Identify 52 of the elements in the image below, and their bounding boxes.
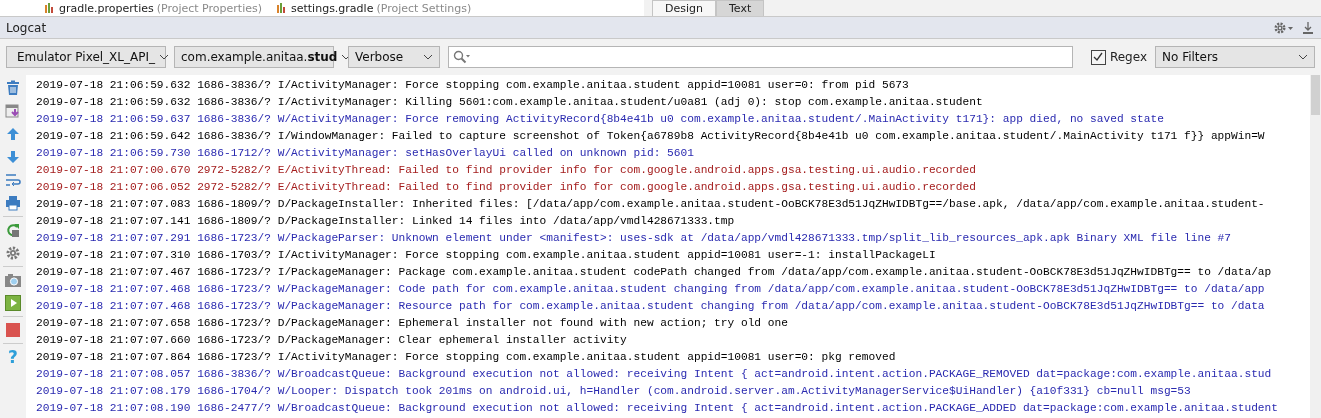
log-line: 2019-07-18 21:06:59.637 1686-3836/? W/ActivityManager: Force removing ActivityRecord{8b4e41b u0 com.example.anitaa.student/.MainActivity t171}: app died, no saved state <box>36 112 1164 127</box>
log-line: 2019-07-18 21:07:00.670 2972-5282/? E/ActivityThread: Failed to find provider info for com.google.android.apps.gsa.testing.ui.audio.recorded <box>36 163 976 178</box>
log-line: 2019-07-18 21:06:59.632 1686-3836/? I/ActivityManager: Killing 5601:com.example.anitaa.student/u0a81 (adj 0): stop com.example.anitaa.student <box>36 95 983 110</box>
scrollbar[interactable] <box>1310 75 1321 418</box>
file-icon <box>44 2 56 14</box>
caret-icon <box>159 54 169 60</box>
caret-icon <box>1298 54 1308 60</box>
log-line: 2019-07-18 21:07:07.467 1686-1723/? I/PackageManager: Package com.example.anitaa.student codePath changed from /data/app/com.example.anitaa.student-OoBCK78E3d51JqZHwIDBTg== to /data/ap <box>36 265 1272 280</box>
play-icon[interactable] <box>5 295 21 311</box>
wrap-icon[interactable] <box>5 172 21 188</box>
log-line: 2019-07-18 21:07:07.660 1686-1723/? D/PackageManager: Clear ephemeral installer activity <box>36 333 627 348</box>
settings-icon[interactable] <box>1273 20 1295 35</box>
settings-icon[interactable] <box>5 245 21 261</box>
project-tree-item[interactable]: gradle.properties (Project Properties) <box>44 1 262 15</box>
log-line: 2019-07-18 21:07:07.141 1686-1809/? D/PackageInstaller: Linked 14 files into /data/app/vmdl428671333.tmp <box>36 214 735 229</box>
stop-icon[interactable] <box>5 322 21 338</box>
log-line: 2019-07-18 21:06:59.632 1686-3836/? I/ActivityManager: Force stopping com.example.anitaa.student appid=10081 user=0: from pid 5673 <box>36 78 909 93</box>
down-arrow-icon[interactable] <box>5 149 21 165</box>
print-icon[interactable] <box>5 195 21 211</box>
editor-tab[interactable]: Design <box>652 0 716 16</box>
regex-checkbox[interactable] <box>1090 49 1106 65</box>
panel-title: Logcat <box>6 20 47 35</box>
log-line: 2019-07-18 21:07:08.190 1686-2477/? W/BroadcastQueue: Background execution not allowed: receiving Intent { act=android.intent.action.PACKAGE_ADDED dat=package:com.example.anitaa.student <box>36 401 1278 416</box>
log-line: 2019-07-18 21:07:07.864 1686-1723/? I/ActivityManager: Force stopping com.example.anitaa.student appid=10081 user=0: pkg removed <box>36 350 896 365</box>
log-line: 2019-07-18 21:07:07.291 1686-1723/? W/PackageParser: Unknown element under <manifest>: uses-sdk at /data/app/vmdl428671333.tmp/split_lib_resources_apk.apk Binary XML file line #7 <box>36 231 1232 246</box>
device-dropdown[interactable]: Emulator Pixel_XL_API_ <box>6 46 166 68</box>
log-line: 2019-07-18 21:07:07.468 1686-1723/? W/PackageManager: Resource path for com.example.anitaa.student changing from /data/app/com.example.anitaa.student-OoBCK78E3d51JqZHwIDBTg== to /data <box>36 299 1265 314</box>
log-line: 2019-07-18 21:07:07.468 1686-1723/? W/PackageManager: Code path for com.example.anitaa.student changing from /data/app/com.example.anitaa.student-OoBCK78E3d51JqZHwIDBTg== to /data/app <box>36 282 1265 297</box>
regex-label: Regex <box>1109 50 1147 64</box>
filter-dropdown[interactable]: No Filters <box>1155 46 1315 68</box>
editor-tab[interactable]: Text <box>716 0 765 16</box>
log-line: 2019-07-18 21:06:59.730 1686-1712/? W/ActivityManager: setHasOverlayUi called on unknown pid: 5601 <box>36 146 694 161</box>
search-field[interactable] <box>448 46 1073 68</box>
log-line: 2019-07-18 21:07:07.083 1686-1809/? D/PackageInstaller: Inherited files: [/data/app/com.example.anitaa.student-OoBCK78E3d51JqZHwIDBTg==/base.apk, /data/app/com.example.anitaa.student- <box>36 197 1265 212</box>
log-line: 2019-07-18 21:07:06.052 2972-5282/? E/ActivityThread: Failed to find provider info for com.google.android.apps.gsa.testing.ui.audio.recorded <box>36 180 976 195</box>
trash-icon[interactable] <box>5 80 21 96</box>
log-line: 2019-07-18 21:06:59.642 1686-3836/? I/WindowManager: Failed to capture screenshot of Token{a6789b8 ActivityRecord{8b4e41b u0 com.example.anitaa.student/.MainActivity t171 f}} appWin=W <box>36 129 1265 144</box>
caret-icon <box>423 54 433 60</box>
project-tree-item[interactable]: settings.gradle (Project Settings) <box>276 1 472 15</box>
download-icon[interactable] <box>1301 20 1315 35</box>
import-icon[interactable] <box>5 103 21 119</box>
search-icon <box>453 50 471 64</box>
up-arrow-icon[interactable] <box>5 126 21 142</box>
log-line: 2019-07-18 21:07:08.057 1686-3836/? W/BroadcastQueue: Background execution not allowed: receiving Intent { act=android.intent.action.PACKAGE_REMOVED dat=package:com.example.anitaa.stud <box>36 367 1272 382</box>
log-line: 2019-07-18 21:07:07.658 1686-1723/? D/PackageManager: Ephemeral installer not found with new action; try old one <box>36 316 788 331</box>
log-line: 2019-07-18 21:07:08.179 1686-1704/? W/Looper: Dispatch took 201ms on android.ui, h=Handler (com.android.server.am.ActivityManagerService$UiHandler) {a10f331} cb=null msg=53 <box>36 384 1191 399</box>
log-level-dropdown[interactable]: Verbose <box>348 46 440 68</box>
log-line: 2019-07-18 21:07:07.310 1686-1703/? I/ActivityManager: Force stopping com.example.anitaa.student appid=10081 user=-1: installPackageLI <box>36 248 936 263</box>
restart-icon[interactable] <box>5 222 21 238</box>
camera-icon[interactable] <box>4 272 22 288</box>
scrollbar-thumb[interactable] <box>1311 75 1320 115</box>
file-icon <box>276 2 288 14</box>
